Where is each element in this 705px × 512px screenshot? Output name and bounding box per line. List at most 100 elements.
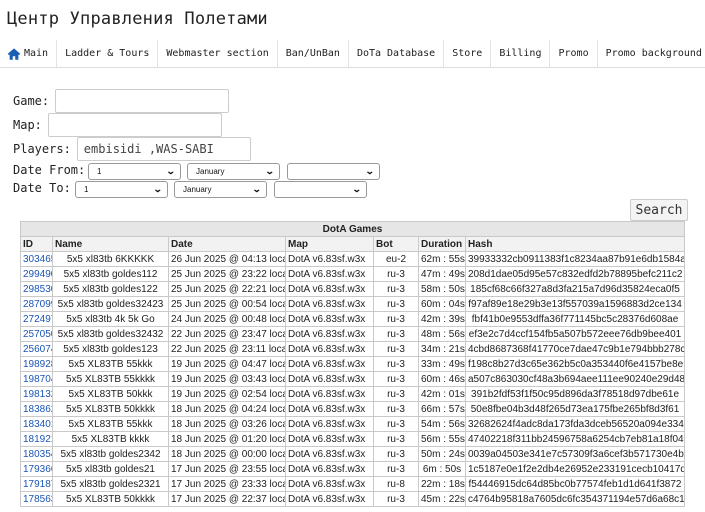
cell-duration: 60m : 04s	[418, 296, 466, 312]
table-row: 2724975x5 xl83tb 4k 5k Go24 Jun 2025 @ 0…	[20, 311, 686, 327]
cell-name: 5x5 xl83tb goldes32432	[52, 326, 169, 342]
nav-promo[interactable]: Promo	[550, 40, 598, 67]
nav-ladder-tours[interactable]: Ladder & Tours	[57, 40, 159, 67]
cell-duration: 42m : 39s	[418, 311, 466, 327]
cell-bot: ru-3	[373, 356, 419, 372]
cell-bot: ru-3	[373, 386, 419, 402]
players-row: Players: embisidi ,WAS-SABI	[13, 137, 251, 161]
game-id-link[interactable]: 198132	[23, 389, 52, 400]
game-id-link[interactable]: 257050	[23, 329, 52, 340]
cell-hash: 39933332cb0911383f1c8234aa87b91e6db1584a	[464, 251, 686, 267]
col-bot: Bot	[373, 236, 419, 252]
nav-webmaster-section[interactable]: Webmaster section	[158, 40, 278, 67]
cell-id: 179366	[20, 461, 53, 477]
cell-date: 17 Jun 2025 @ 23:33 local	[168, 476, 286, 492]
cell-duration: 47m : 49s	[418, 266, 466, 282]
cell-map: DotA v6.83sf.w3x	[285, 296, 374, 312]
nav-dota-database[interactable]: DoTa Database	[349, 40, 445, 67]
cell-map: DotA v6.83sf.w3x	[285, 491, 374, 507]
cell-id: 180354	[20, 446, 53, 462]
cell-id: 183862	[20, 401, 53, 417]
date-from-day-select[interactable]: 1 ⌄	[88, 163, 181, 180]
date-from-year-select[interactable]: ⌄	[287, 163, 380, 180]
date-from-month-select[interactable]: January ⌄	[187, 163, 280, 180]
date-to-month-value: January	[183, 185, 212, 194]
cell-bot: ru-3	[373, 266, 419, 282]
cell-hash: 4cbd8687368f41770ce7dae47c9b1e794bbb278c	[464, 341, 686, 357]
table-row: 1981325x5 XL83TB 50kkk19 Jun 2025 @ 02:5…	[20, 386, 686, 402]
game-id-link[interactable]: 180354	[23, 449, 52, 460]
nav-promo-background[interactable]: Promo background	[598, 40, 705, 67]
game-id-link[interactable]: 178563	[23, 494, 52, 505]
cell-map: DotA v6.83sf.w3x	[285, 311, 374, 327]
players-input[interactable]: embisidi ,WAS-SABI	[76, 137, 251, 161]
cell-duration: 50m : 24s	[418, 446, 466, 462]
map-input[interactable]	[47, 113, 222, 137]
cell-hash: ef3e2c7d4ccf154fb5a507b572eee76db9bee401	[464, 326, 686, 342]
cell-duration: 6m : 50s	[418, 461, 466, 477]
game-input[interactable]	[55, 89, 230, 113]
game-id-link[interactable]: 256074	[23, 344, 52, 355]
cell-id: 256074	[20, 341, 53, 357]
cell-duration: 58m : 50s	[418, 281, 466, 297]
cell-hash: 32682624f4adc8da173fda3dceb56520a094e334	[464, 416, 686, 432]
date-from-label-row: Date From:	[13, 163, 85, 177]
cell-name: 5x5 XL83TB 50kkkk	[52, 401, 169, 417]
table-row: 1819215x5 XL83TB kkkk18 Jun 2025 @ 01:20…	[20, 431, 686, 447]
cell-bot: ru-3	[373, 431, 419, 447]
cell-duration: 54m : 56s	[418, 416, 466, 432]
cell-date: 19 Jun 2025 @ 02:54 local	[168, 386, 286, 402]
cell-name: 5x5 xl83tb 4k 5k Go	[52, 311, 169, 327]
table-row: 1803545x5 xl83tb goldes234218 Jun 2025 @…	[20, 446, 686, 462]
game-id-link[interactable]: 303465	[23, 254, 52, 265]
table-row: 2570505x5 xl83tb goldes3243222 Jun 2025 …	[20, 326, 686, 342]
nav-ban-unban[interactable]: Ban/UnBan	[278, 40, 349, 67]
cell-name: 5x5 XL83TB 55kkkk	[52, 371, 169, 387]
date-to-year-select[interactable]: ⌄	[274, 181, 367, 198]
games-table: DotA Games ID Name Date Map Bot Duration…	[19, 221, 686, 507]
cell-date: 17 Jun 2025 @ 22:37 local	[168, 491, 286, 507]
nav-billing[interactable]: Billing	[491, 40, 551, 67]
game-id-link[interactable]: 198928	[23, 359, 52, 370]
table-row: 2870995x5 xl83tb goldes3242325 Jun 2025 …	[20, 296, 686, 312]
cell-name: 5x5 xl83tb 6KKKKK	[52, 251, 169, 267]
cell-map: DotA v6.83sf.w3x	[285, 251, 374, 267]
game-id-link[interactable]: 183862	[23, 404, 52, 415]
game-id-link[interactable]: 179187	[23, 479, 52, 490]
game-id-link[interactable]: 198704	[23, 374, 52, 385]
cell-date: 17 Jun 2025 @ 23:55 local	[168, 461, 286, 477]
chevron-down-icon: ⌄	[365, 166, 376, 176]
game-id-link[interactable]: 287099	[23, 299, 52, 310]
cell-name: 5x5 xl83tb goldes123	[52, 341, 169, 357]
cell-duration: 22m : 18s	[418, 476, 466, 492]
cell-id: 303465	[20, 251, 53, 267]
game-row: Game:	[13, 89, 230, 113]
nav-store[interactable]: Store	[444, 40, 492, 67]
cell-bot: ru-3	[373, 446, 419, 462]
cell-bot: ru-3	[373, 281, 419, 297]
col-hash: Hash	[464, 236, 686, 252]
cell-bot: ru-3	[373, 491, 419, 507]
game-id-link[interactable]: 298530	[23, 284, 52, 295]
cell-name: 5x5 xl83tb goldes32423	[52, 296, 169, 312]
table-row: 1793665x5 xl83tb goldes2117 Jun 2025 @ 2…	[20, 461, 686, 477]
cell-hash: 185cf68c66f327a8d3fa215a7d96d35824eca0f5	[464, 281, 686, 297]
cell-hash: fbf41b0e9553dffa36f771145bc5c28376d608ae	[464, 311, 686, 327]
cell-bot: ru-3	[373, 401, 419, 417]
date-to-month-select[interactable]: January ⌄	[174, 181, 267, 198]
game-id-link[interactable]: 299490	[23, 269, 52, 280]
game-id-link[interactable]: 179366	[23, 464, 52, 475]
cell-bot: ru-8	[373, 476, 419, 492]
game-id-link[interactable]: 272497	[23, 314, 52, 325]
cell-duration: 62m : 55s	[418, 251, 466, 267]
cell-name: 5x5 xl83tb goldes2342	[52, 446, 169, 462]
game-id-link[interactable]: 181921	[23, 434, 52, 445]
cell-id: 181921	[20, 431, 53, 447]
search-button[interactable]: Search	[630, 199, 688, 221]
cell-id: 198132	[20, 386, 53, 402]
cell-hash: 208d1dae05d95e57c832edfd2b78895befc211c2	[464, 266, 686, 282]
date-to-day-select[interactable]: 1 ⌄	[75, 181, 168, 198]
players-label: Players:	[13, 142, 71, 156]
game-id-link[interactable]: 183401	[23, 419, 52, 430]
nav-main[interactable]: Main	[0, 40, 58, 67]
